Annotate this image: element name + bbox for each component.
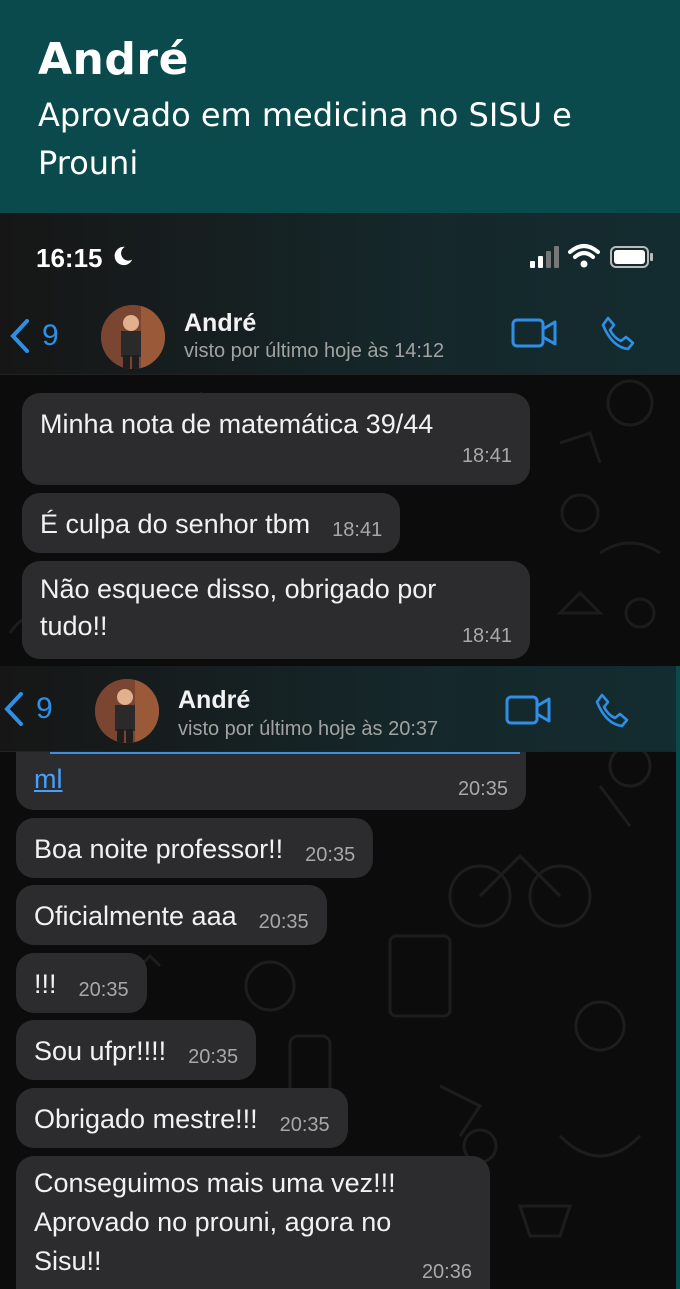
chat-header: 9 André visto por último hoje às 20:37	[0, 666, 676, 752]
avatar-photo	[95, 679, 159, 743]
message-text: Oficialmente aaa	[34, 901, 237, 931]
avatar-photo	[101, 305, 165, 369]
message-bubble[interactable]: Minha nota de matemática 39/44 18:41	[22, 393, 530, 485]
chat-screenshot-2: 9 André visto por último hoje às 20:37 m…	[0, 666, 680, 1289]
cellular-signal-icon	[530, 246, 559, 268]
moon-icon	[114, 246, 133, 266]
contact-last-seen: visto por último hoje às 20:37	[178, 718, 439, 740]
message-bubble[interactable]: Oficialmente aaa 20:35	[16, 885, 327, 945]
chevron-left-icon	[4, 692, 23, 726]
unread-count: 9	[42, 319, 59, 352]
banner-subtitle: Aprovado em medicina no SISU e Prouni	[38, 96, 572, 182]
video-call-icon[interactable]	[505, 694, 551, 726]
message-text: !!!	[34, 969, 57, 999]
chat-header: 9 André visto por último hoje às 14:12	[0, 301, 680, 375]
title-banner: André Aprovado em medicina no SISU e Pro…	[0, 0, 680, 213]
message-time: 20:35	[188, 1046, 239, 1068]
message-text: Obrigado mestre!!!	[34, 1104, 258, 1134]
message-time: 20:35	[258, 911, 309, 933]
message-text: Não esquece disso, obrigado por tudo!!	[40, 574, 437, 641]
message-bubble[interactable]: ml 20:35	[16, 752, 526, 810]
message-bubble[interactable]: Sou ufpr!!!! 20:35	[16, 1020, 257, 1080]
message-bubble[interactable]: Conseguimos mais uma vez!!! Aprovado no …	[16, 1156, 490, 1289]
chevron-left-icon	[10, 319, 29, 353]
message-text: É culpa do senhor tbm	[40, 509, 311, 539]
message-time: 20:35	[78, 979, 129, 1001]
message-bubble[interactable]: Obrigado mestre!!! 20:35	[16, 1088, 348, 1148]
unread-count: 9	[36, 692, 53, 725]
status-bar: 16:15	[0, 213, 680, 301]
contact-last-seen: visto por último hoje às 14:12	[184, 340, 445, 362]
wifi-icon	[568, 244, 600, 268]
contact-name[interactable]: André	[178, 686, 250, 715]
message-text: Boa noite professor!!	[34, 834, 284, 864]
message-bubble[interactable]: !!! 20:35	[16, 953, 147, 1013]
message-time: 18:41	[332, 519, 383, 541]
message-bubble[interactable]: É culpa do senhor tbm 18:41	[22, 493, 401, 553]
back-button[interactable]: 9	[4, 692, 53, 726]
message-time: 20:35	[305, 844, 356, 866]
link-underline	[50, 746, 520, 754]
message-time: 18:41	[461, 445, 512, 467]
message-link[interactable]: ml	[34, 764, 63, 794]
message-text: Conseguimos mais uma vez!!! Aprovado no …	[34, 1168, 396, 1276]
phone-call-icon[interactable]	[594, 692, 630, 728]
banner-title: André	[38, 34, 189, 85]
chat-screenshot-1: 16:15 9 André visto por último hoje às 1…	[0, 213, 680, 666]
message-text: Minha nota de matemática 39/44	[40, 409, 434, 439]
status-time: 16:15	[36, 243, 103, 273]
battery-icon	[610, 246, 653, 268]
message-bubble[interactable]: Boa noite professor!! 20:35	[16, 818, 374, 878]
message-time: 20:35	[279, 1114, 330, 1136]
message-time: 18:41	[461, 625, 512, 647]
back-button[interactable]: 9	[10, 319, 59, 353]
phone-call-icon[interactable]	[600, 315, 636, 351]
contact-name[interactable]: André	[184, 309, 256, 338]
message-time: 20:35	[457, 778, 508, 800]
message-bubble[interactable]: Não esquece disso, obrigado por tudo!! 1…	[22, 561, 530, 659]
avatar[interactable]	[95, 679, 159, 743]
avatar[interactable]	[101, 305, 165, 369]
message-text: Sou ufpr!!!!	[34, 1036, 167, 1066]
message-time: 20:36	[421, 1261, 472, 1283]
video-call-icon[interactable]	[511, 317, 557, 349]
